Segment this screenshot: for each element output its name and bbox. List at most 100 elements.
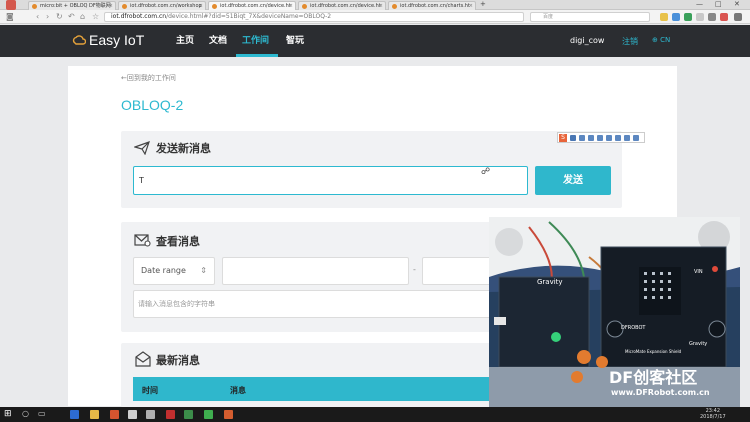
logout-link[interactable]: 注销 (622, 36, 638, 47)
home-icon[interactable]: ⌂ (80, 11, 85, 23)
browser-tab[interactable]: iot.dfrobot.com.cn/charts.ht × (388, 1, 476, 10)
nav-play[interactable]: 智玩 (286, 35, 304, 47)
browser-tab[interactable]: iot.dfrobot.com.cn/device.ht × (298, 1, 386, 10)
site-header: Easy IoT 主页 文档 工作间 智玩 digi_cow 注销 ⊕ CN (0, 25, 750, 57)
ime-voice-icon[interactable] (597, 135, 603, 141)
close-tab-icon[interactable]: × (109, 2, 113, 10)
calculator-icon[interactable] (146, 410, 155, 419)
paper-plane-icon (134, 141, 150, 155)
site-logo[interactable]: Easy IoT (89, 32, 144, 48)
search-icon[interactable]: ○ (22, 409, 29, 418)
favicon-icon (212, 4, 217, 9)
browser-tab-active[interactable]: iot.dfrobot.com.cn/device.ht × (208, 1, 296, 10)
folder-icon[interactable] (90, 410, 99, 419)
ime-keyboard-icon[interactable] (606, 135, 612, 141)
date-range-label: Date range (141, 266, 186, 275)
nav-docs[interactable]: 文档 (209, 35, 227, 47)
store-icon[interactable] (128, 410, 137, 419)
close-tab-icon[interactable]: × (469, 2, 473, 10)
username[interactable]: digi_cow (570, 36, 604, 45)
globe-icon: ⊕ (652, 36, 658, 44)
text-cursor-icon: ☍ (481, 167, 491, 177)
shield-icon[interactable] (684, 13, 692, 21)
windows-taskbar: ⊞ ○ ▭ 23:42 2018/7/17 (0, 407, 750, 422)
active-nav-indicator (236, 54, 278, 57)
close-tab-icon[interactable]: × (379, 2, 383, 10)
df-community-watermark: DF创客社区 (609, 368, 698, 387)
extension-icon[interactable] (720, 13, 728, 21)
send-button[interactable]: 发送 (535, 166, 611, 195)
tab-label: micro:bit + OBLOQ DF物联网 (40, 3, 111, 9)
user-icon[interactable]: ◙ (6, 11, 14, 23)
search-box[interactable]: 百度 (530, 12, 650, 22)
mail-inbox-icon (135, 351, 151, 367)
windows-start-icon[interactable]: ⊞ (4, 409, 12, 419)
latest-card-title: 最新消息 (156, 354, 200, 367)
extension-icon[interactable] (672, 13, 680, 21)
dfrobot-url-watermark: www.DFRobot.com.cn (611, 388, 710, 397)
edge-icon[interactable] (70, 410, 79, 419)
nav-home[interactable]: 主页 (176, 35, 194, 47)
ime-punct-icon[interactable] (579, 135, 585, 141)
close-window-button[interactable]: ✕ (734, 0, 740, 9)
app-icon[interactable] (224, 410, 233, 419)
browser-tab-bar: micro:bit + OBLOQ DF物联网 × iot.dfrobot.com… (0, 0, 750, 10)
chrome-icon[interactable] (110, 410, 119, 419)
tab-label: iot.dfrobot.com.cn/charts.ht (400, 3, 470, 9)
date-range-select[interactable]: Date range ⇕ (133, 257, 215, 285)
start-date-input[interactable] (222, 257, 409, 285)
message-input[interactable]: T (133, 166, 528, 195)
browser-tab[interactable]: iot.dfrobot.com.cn/workshop × (118, 1, 206, 10)
minimize-button[interactable]: — (696, 0, 703, 9)
profile-avatar[interactable] (6, 0, 16, 10)
system-clock[interactable]: 23:42 2018/7/17 (700, 408, 726, 420)
extension-icon[interactable] (708, 13, 716, 21)
undo-icon[interactable]: ↶ (68, 11, 75, 23)
ime-settings-icon[interactable] (633, 135, 639, 141)
star-icon[interactable]: ☆ (92, 11, 99, 23)
board-label: Gravity (537, 278, 563, 286)
back-icon[interactable]: ‹ (36, 11, 39, 23)
reload-icon[interactable]: ↻ (56, 11, 63, 23)
tab-label: iot.dfrobot.com.cn/device.ht (220, 3, 291, 9)
send-card-title: 发送新消息 (156, 142, 211, 155)
app-icon[interactable] (166, 410, 175, 419)
extension-icon[interactable] (696, 13, 704, 21)
maximize-button[interactable]: □ (715, 0, 722, 9)
new-tab-button[interactable]: + (480, 0, 486, 9)
app-icon[interactable] (204, 410, 213, 419)
back-to-workspace-link[interactable]: ←回到我的工作间 (121, 73, 176, 83)
address-bar[interactable]: iot.dfrobot.com.cn/device.html#?did=51Bi… (104, 12, 524, 22)
search-placeholder: 百度 (543, 14, 554, 20)
board-label: Gravity (689, 341, 708, 347)
view-card-title: 查看消息 (156, 235, 200, 248)
app-icon[interactable] (184, 410, 193, 419)
menu-icon[interactable] (734, 13, 742, 21)
column-message: 消息 (230, 386, 246, 395)
message-filter-input[interactable]: 请输入消息包含的字符串 (133, 290, 492, 318)
board-label: VIN (694, 269, 703, 275)
board-label: MicroMate Expansion Shield (625, 349, 682, 354)
task-view-icon[interactable]: ▭ (38, 409, 46, 418)
clock-date: 2018/7/17 (700, 414, 726, 420)
extension-icon[interactable] (660, 13, 668, 21)
language-label: CN (660, 36, 671, 44)
language-switch[interactable]: ⊕ CN (652, 36, 670, 44)
close-tab-icon[interactable]: × (199, 2, 203, 10)
close-tab-icon[interactable]: × (289, 2, 293, 10)
favicon-icon (122, 4, 127, 9)
nav-workspace[interactable]: 工作间 (242, 35, 269, 47)
end-date-input[interactable] (422, 257, 492, 285)
ime-emoji-icon[interactable] (588, 135, 594, 141)
ime-tools-icon[interactable] (615, 135, 621, 141)
column-time: 时间 (142, 386, 158, 395)
ime-skin-icon[interactable] (624, 135, 630, 141)
ime-mode-icon[interactable] (570, 135, 576, 141)
url-path: /device.html#?did=51Biqt_7X&deviceName=O… (166, 13, 332, 20)
browser-toolbar: ◙ ‹ › ↻ ↶ ⌂ ☆ iot.dfrobot.com.cn/device.… (0, 10, 750, 24)
browser-tab[interactable]: micro:bit + OBLOQ DF物联网 × (28, 1, 116, 10)
board-label: DFROBOT (621, 325, 646, 331)
forward-icon[interactable]: › (46, 11, 49, 23)
favicon-icon (392, 4, 397, 9)
ime-logo-icon[interactable]: S (559, 134, 567, 142)
